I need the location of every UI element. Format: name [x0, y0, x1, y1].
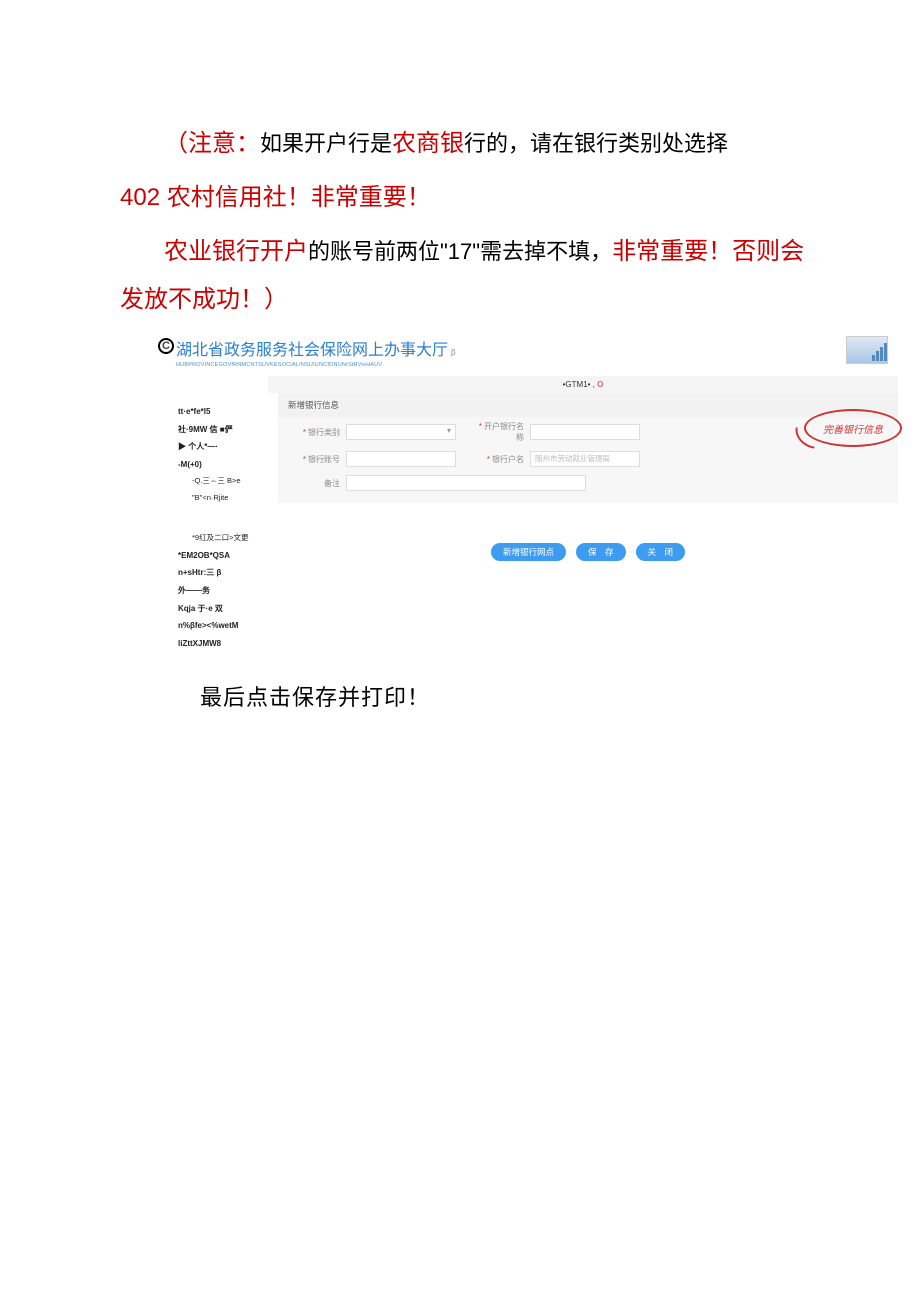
- callout-bubble: 完善银行信息: [804, 409, 902, 447]
- sidebar-item[interactable]: *EM2OB*QSA: [178, 547, 272, 565]
- label-bank-type: 银行类别: [308, 428, 340, 437]
- site-title: 湖北省政务服务社会保险网上办事大厅β: [176, 336, 456, 360]
- callout-text: 完善银行信息: [823, 421, 883, 436]
- account-name-input[interactable]: 随州市劳动就业管理局: [530, 451, 640, 467]
- sidebar-item[interactable]: 社·9MW 信 ■俨: [178, 421, 272, 439]
- p3a: 农业银行开户: [164, 238, 308, 265]
- add-bank-branch-button[interactable]: 新增银行网点: [491, 543, 566, 561]
- site-subtitle: HUBPROVINCEGOVfRNMCNTSUVKESOCIALINSUIUNC…: [176, 362, 456, 368]
- embedded-screenshot: C 湖北省政务服务社会保险网上办事大厅β HUBPROVINCEGOVfRNMC…: [158, 332, 810, 658]
- p3b: 的账号前两位"17"需去掉不填，: [308, 239, 612, 264]
- label-account-name: 银行户名: [492, 455, 524, 464]
- label-bank-name: 开户银行名称: [484, 422, 524, 442]
- close-button[interactable]: 关 闭: [636, 543, 686, 561]
- sidebar-subitem[interactable]: "B"<n·Rjite: [178, 490, 272, 507]
- label-remark: 备注: [324, 479, 340, 488]
- sidebar-item[interactable]: liZttXJMW8: [178, 635, 272, 653]
- field-bank-type: *银行类别: [288, 424, 456, 440]
- field-account-name: *银行户名 随州市劳动就业管理局: [472, 451, 640, 467]
- sidebar-item[interactable]: n+sHtr:三 β: [178, 564, 272, 582]
- p1-mid: 如果开户行是: [260, 131, 392, 156]
- instruction-para-2: 402 农村信用社！非常重要！: [120, 174, 810, 222]
- instruction-para-3: 农业银行开户的账号前两位"17"需去掉不填，非常重要！否则会发放不成功！）: [120, 228, 810, 324]
- p1-bank: 农商银: [392, 130, 464, 157]
- sidebar-subitem[interactable]: *9红及二口>文更: [178, 530, 272, 547]
- p1-after-bank: 行的，: [464, 131, 530, 156]
- instruction-para-1: （注意：如果开户行是农商银行的，请在银行类别处选择: [120, 120, 810, 168]
- sidebar-item[interactable]: ▶ 个人*—·: [178, 438, 272, 456]
- beta-label: β: [451, 348, 456, 357]
- header-graphic-icon: [846, 336, 888, 364]
- account-no-input[interactable]: [346, 451, 456, 467]
- sidebar-item[interactable]: Kqja 于·e 双: [178, 600, 272, 618]
- sidebar-item[interactable]: tt·e*fe*l5: [178, 403, 272, 421]
- save-button[interactable]: 保 存: [576, 543, 626, 561]
- field-remark: 备注: [288, 475, 586, 491]
- sidebar-subitem[interactable]: -Q.三⇔三 B>e: [178, 473, 272, 490]
- field-account-no: *银行账号: [288, 451, 456, 467]
- field-bank-name: *开户银行名称: [472, 421, 640, 443]
- site-title-text: 湖北省政务服务社会保险网上办事大厅: [176, 342, 448, 359]
- sidebar-nav: tt·e*fe*l5 社·9MW 信 ■俨 ▶ 个人*—· -M(+0) -Q.…: [158, 393, 278, 658]
- top-info-bar: •GTM1• , O: [268, 376, 898, 393]
- topbar-marker-icon: O: [597, 380, 603, 389]
- ss-header: C 湖北省政务服务社会保险网上办事大厅β HUBPROVINCEGOVfRNMC…: [158, 332, 898, 376]
- sidebar-item[interactable]: n%βfe><%wetM: [178, 617, 272, 635]
- label-account-no: 银行账号: [308, 455, 340, 464]
- sidebar-item[interactable]: -M(+0): [178, 456, 272, 474]
- bank-type-select[interactable]: [346, 424, 456, 440]
- note-label: （注意：: [164, 130, 260, 157]
- final-instruction: 最后点击保存并打印！: [200, 680, 810, 712]
- bank-name-input[interactable]: [530, 424, 640, 440]
- form-buttons: 新增银行网点 保 存 关 闭: [278, 513, 898, 571]
- p1-tail: 请在银行类别处选择: [530, 131, 728, 156]
- sidebar-item[interactable]: 外——务: [178, 582, 272, 600]
- bank-info-form: 新增银行信息 *银行类别 *开户银行名称: [278, 393, 898, 503]
- topbar-text: •GTM1• ,: [563, 380, 595, 389]
- site-logo-icon: C: [158, 338, 174, 354]
- remark-input[interactable]: [346, 475, 586, 491]
